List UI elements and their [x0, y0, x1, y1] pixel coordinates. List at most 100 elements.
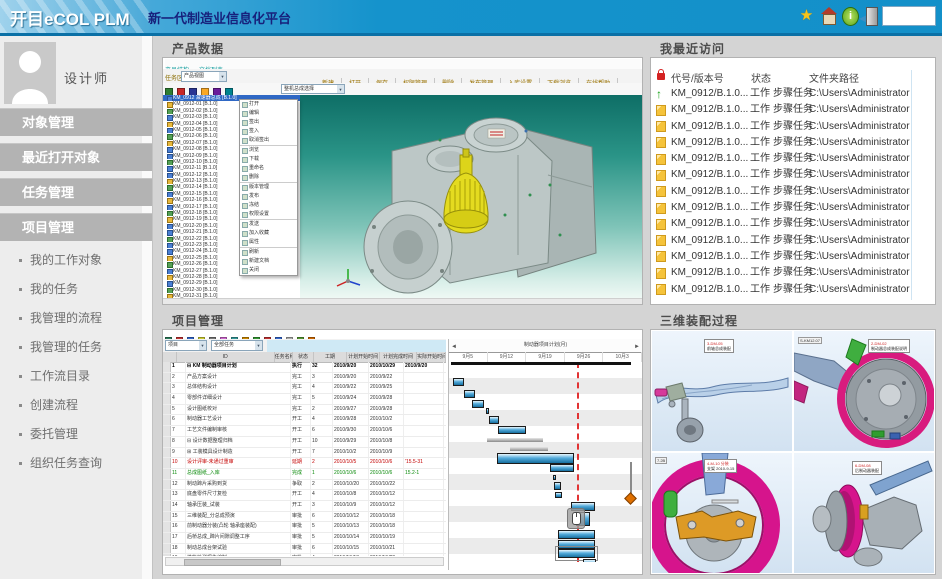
- context-menu-item[interactable]: 冻结: [240, 201, 297, 210]
- context-menu-item[interactable]: 关闭: [240, 266, 297, 275]
- favorite-star-icon[interactable]: ★: [798, 7, 815, 24]
- context-menu-item[interactable]: 浏览: [240, 145, 297, 155]
- recent-row[interactable]: KM_0912/B.1.0... 工作 步骤任务 C:\Users\Admini…: [651, 265, 935, 281]
- task-row[interactable]: 15 三维装配_分总成预演 审批 6 2010/10/12 2010/10/18: [163, 512, 446, 523]
- task-table-hscrollbar[interactable]: [165, 557, 444, 566]
- row-selector[interactable]: [163, 426, 171, 436]
- sidebar-submenu-item[interactable]: 组织任务查询: [0, 449, 142, 478]
- cad-config-combo[interactable]: 整机总成选择: [281, 84, 345, 94]
- sidebar-submenu-item[interactable]: 工作流目录: [0, 362, 142, 391]
- row-selector[interactable]: [163, 480, 171, 490]
- gantt-bar[interactable]: [487, 438, 543, 442]
- gantt-bar[interactable]: [553, 475, 556, 480]
- task-row[interactable]: 2 产品方案设计 完工 3 2010/9/20 2010/9/22: [163, 373, 446, 384]
- gantt-bar[interactable]: [550, 464, 574, 472]
- gantt-bar[interactable]: [558, 530, 595, 539]
- row-selector[interactable]: [163, 394, 171, 404]
- task-column-header[interactable]: ID: [177, 352, 275, 362]
- task-row[interactable]: 5 设计图纸校对 完工 2 2010/9/27 2010/9/28: [163, 405, 446, 416]
- gantt-bar[interactable]: [464, 390, 475, 398]
- recent-row[interactable]: KM_0912/B.1.0... 工作 步骤任务 C:\Users\Admini…: [651, 151, 935, 167]
- task-row[interactable]: 12 制动蹄片采购到货 争取 2 2010/10/20 2010/10/22: [163, 480, 446, 491]
- recent-row[interactable]: KM_0912/B.1.0... 工作 步骤任务 C:\Users\Admini…: [651, 216, 935, 232]
- context-menu-item[interactable]: 打开: [240, 100, 297, 109]
- task-column-header[interactable]: 计划开始时间: [347, 352, 380, 362]
- context-menu-item[interactable]: 签出: [240, 118, 297, 127]
- quick-search-input[interactable]: [882, 6, 936, 26]
- context-menu-item[interactable]: 发布: [240, 192, 297, 201]
- sidebar-menu-item[interactable]: 最近打开对象: [0, 143, 152, 171]
- context-menu-item[interactable]: 删除: [240, 173, 297, 182]
- task-row[interactable]: 8 ⊟ 设计数据整理归档 开工 10 2010/9/29 2010/10/8: [163, 437, 446, 448]
- recent-row[interactable]: ↑ KM_0912/B.1.0... 工作 步骤任务 C:\Users\Admi…: [651, 86, 935, 102]
- assembly-step-2[interactable]: S-KM12.07 2-DM-02 制动器总成装配说明: [794, 331, 934, 451]
- context-menu-item[interactable]: 属性: [240, 238, 297, 247]
- task-column-header[interactable]: [163, 352, 177, 362]
- assembly-step-3[interactable]: 7.2B 4-M-10 分装 支架 2010-9-15: [652, 453, 792, 573]
- assembly-step-1[interactable]: 3-DM-05 前轴总成装配: [652, 331, 792, 451]
- context-menu-item[interactable]: 编辑: [240, 109, 297, 118]
- recent-row[interactable]: KM_0912/B.1.0... 工作 步骤任务 C:\Users\Admini…: [651, 167, 935, 183]
- task-row[interactable]: 4 零部件详细设计 完工 5 2010/9/24 2010/9/28: [163, 394, 446, 405]
- row-selector[interactable]: [163, 469, 171, 479]
- gantt-bar[interactable]: [555, 492, 562, 498]
- task-row[interactable]: 1 ⊟ KM 制动器项目计划 执行 32 2010/9/20 2010/10/2…: [163, 362, 446, 373]
- task-row[interactable]: 7 工艺文件编制审核 开工 6 2010/9/30 2010/10/6: [163, 426, 446, 437]
- recent-row[interactable]: KM_0912/B.1.0... 工作 步骤任务 C:\Users\Admini…: [651, 282, 935, 298]
- sidebar-submenu-item[interactable]: 我的工作对象: [0, 246, 142, 275]
- context-menu-item[interactable]: 版本管理: [240, 182, 297, 192]
- sidebar-submenu-item[interactable]: 委托管理: [0, 420, 142, 449]
- sidebar-menu-item[interactable]: 项目管理: [0, 213, 152, 241]
- task-row[interactable]: 17 后桥总成_蹄片间隙调整工序 审批 5 2010/10/14 2010/10…: [163, 533, 446, 544]
- recent-row[interactable]: KM_0912/B.1.0... 工作 步骤任务 C:\Users\Admini…: [651, 184, 935, 200]
- gantt-bar[interactable]: [583, 559, 596, 562]
- task-row[interactable]: 11 总成图纸_入库 完成 1 2010/10/6 2010/10/6 15.2…: [163, 469, 446, 480]
- context-menu-item[interactable]: 重命名: [240, 164, 297, 173]
- gantt-bar[interactable]: [489, 416, 499, 424]
- recent-row[interactable]: KM_0912/B.1.0... 工作 步骤任务 C:\Users\Admini…: [651, 119, 935, 135]
- task-row[interactable]: 6 制动器工艺设计 开工 4 2010/9/28 2010/10/2: [163, 415, 446, 426]
- gantt-bar[interactable]: [558, 549, 595, 558]
- task-row[interactable]: 18 制动总成台架试验 审批 6 2010/10/15 2010/10/21: [163, 544, 446, 555]
- task-column-header[interactable]: 状态: [293, 352, 314, 362]
- context-menu-item[interactable]: 发送: [240, 219, 297, 229]
- context-menu-item[interactable]: 加入收藏: [240, 229, 297, 238]
- home-icon[interactable]: [820, 7, 837, 24]
- project-filter-combo[interactable]: 项目: [165, 340, 207, 351]
- row-selector[interactable]: [163, 544, 171, 554]
- gantt-bar[interactable]: [497, 453, 574, 464]
- gantt-bar[interactable]: [472, 400, 484, 408]
- cad-3d-viewport[interactable]: [300, 95, 642, 298]
- gantt-bar[interactable]: [554, 482, 561, 490]
- row-selector[interactable]: [163, 373, 171, 383]
- recent-row[interactable]: KM_0912/B.1.0... 工作 步骤任务 C:\Users\Admini…: [651, 200, 935, 216]
- sidebar-menu-item[interactable]: 任务管理: [0, 178, 152, 206]
- context-menu-item[interactable]: 新建文档: [240, 257, 297, 266]
- row-selector[interactable]: [163, 490, 171, 500]
- row-selector[interactable]: [163, 554, 171, 556]
- context-menu-item[interactable]: 刷新: [240, 247, 297, 257]
- assembly-step-4[interactable]: 6-DM-08 后制动器装配: [794, 453, 934, 573]
- context-menu-item[interactable]: 取消签出: [240, 136, 297, 145]
- task-row[interactable]: 19 性能检测报告编制 审批 4 2010/10/18 2010/10/22: [163, 554, 446, 556]
- task-column-header[interactable]: 计划完成时间: [380, 352, 417, 362]
- row-selector[interactable]: [163, 458, 171, 468]
- sidebar-menu-item[interactable]: 对象管理: [0, 108, 152, 136]
- recent-row[interactable]: KM_0912/B.1.0... 工作 步骤任务 C:\Users\Admini…: [651, 102, 935, 118]
- row-selector[interactable]: [163, 362, 171, 372]
- task-row[interactable]: 16 前制动器分装(凸轮 轴承座装配) 审批 5 2010/10/13 2010…: [163, 522, 446, 533]
- row-selector[interactable]: [163, 533, 171, 543]
- gantt-body[interactable]: [449, 362, 642, 562]
- recent-row[interactable]: KM_0912/B.1.0... 工作 步骤任务 C:\Users\Admini…: [651, 249, 935, 265]
- row-selector[interactable]: [163, 437, 171, 447]
- task-filter-combo[interactable]: 全部任务: [211, 340, 263, 351]
- task-column-header[interactable]: 任务名称: [275, 352, 294, 362]
- task-row[interactable]: 13 底盘零件尺寸复检 开工 4 2010/10/8 2010/10/12: [163, 490, 446, 501]
- context-menu-item[interactable]: 权限设置: [240, 210, 297, 219]
- recent-row[interactable]: KM_0912/B.1.0... 工作 步骤任务 C:\Users\Admini…: [651, 233, 935, 249]
- hscrollbar-thumb[interactable]: [184, 559, 281, 566]
- task-row[interactable]: 9 ⊞ 工装模具设计制造 开工 7 2010/10/2 2010/10/9: [163, 448, 446, 459]
- row-selector[interactable]: [163, 383, 171, 393]
- row-selector[interactable]: [163, 512, 171, 522]
- gantt-bar[interactable]: [510, 447, 548, 451]
